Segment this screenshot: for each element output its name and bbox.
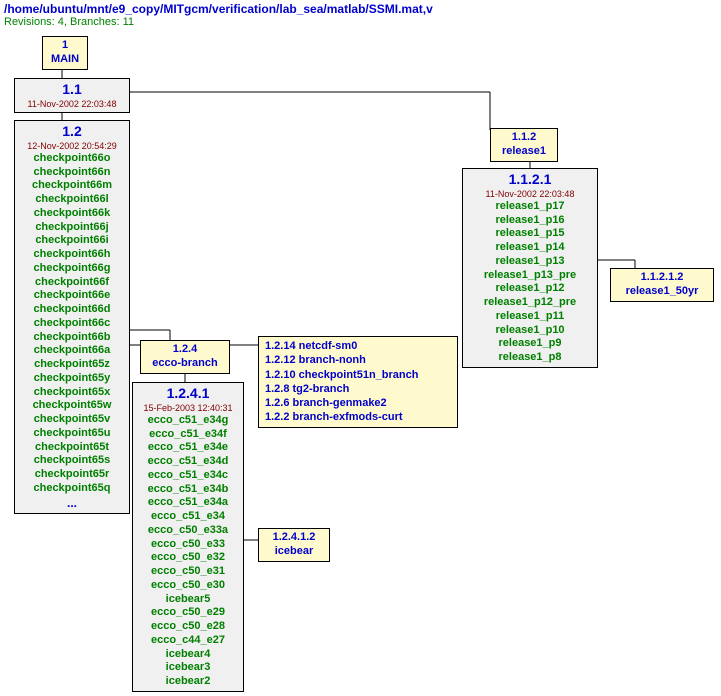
release1-50yr-label: release1_50yr	[617, 285, 707, 299]
ecco-branch-num: 1.2.4	[147, 343, 223, 357]
rev-1-1-num: 1.1	[21, 81, 123, 99]
rev-1-2[interactable]: 1.2 12-Nov-2002 20:54:29 checkpoint66och…	[14, 120, 130, 514]
rev-1-2-4-1-num: 1.2.4.1	[139, 385, 237, 403]
file-path: /home/ubuntu/mnt/e9_copy/MITgcm/verifica…	[4, 2, 433, 16]
header: /home/ubuntu/mnt/e9_copy/MITgcm/verifica…	[4, 2, 433, 28]
main-num: 1	[49, 39, 81, 53]
ecco-branch-box[interactable]: 1.2.4 ecco-branch	[140, 340, 230, 374]
rev-1-1-2-1[interactable]: 1.1.2.1 11-Nov-2002 22:03:48 release1_p1…	[462, 168, 598, 368]
sidebranches-list: 1.2.14 netcdf-sm01.2.12 branch-nonh1.2.1…	[265, 339, 451, 425]
release1-num: 1.1.2	[497, 131, 551, 145]
rev-1-1-date: 11-Nov-2002 22:03:48	[21, 99, 123, 110]
rev-1-2-4-1-tags: ecco_c51_e34gecco_c51_e34fecco_c51_e34ee…	[139, 414, 237, 689]
icebear-num: 1.2.4.1.2	[265, 531, 323, 545]
release1-label: release1	[497, 145, 551, 159]
rev-1-2-4-1[interactable]: 1.2.4.1 15-Feb-2003 12:40:31 ecco_c51_e3…	[132, 382, 244, 692]
release1-50yr-box[interactable]: 1.1.2.1.2 release1_50yr	[610, 268, 714, 302]
icebear-label: icebear	[265, 545, 323, 559]
rev-1-1-2-1-date: 11-Nov-2002 22:03:48	[469, 189, 591, 200]
rev-1-2-4-1-date: 15-Feb-2003 12:40:31	[139, 403, 237, 414]
main-box[interactable]: 1 MAIN	[42, 36, 88, 70]
ecco-branch-label: ecco-branch	[147, 357, 223, 371]
rev-1-1-2-1-tags: release1_p17release1_p16release1_p15rele…	[469, 200, 591, 365]
main-label: MAIN	[49, 53, 81, 67]
sidebranches-box[interactable]: 1.2.14 netcdf-sm01.2.12 branch-nonh1.2.1…	[258, 336, 458, 428]
rev-1-1-2-1-num: 1.1.2.1	[469, 171, 591, 189]
icebear-box[interactable]: 1.2.4.1.2 icebear	[258, 528, 330, 562]
stats-line: Revisions: 4, Branches: 11	[4, 16, 433, 28]
rev-1-2-tags: checkpoint66ocheckpoint66ncheckpoint66mc…	[21, 152, 123, 496]
rev-1-2-ellipsis: ...	[21, 496, 123, 511]
rev-1-2-num: 1.2	[21, 123, 123, 141]
release1-box[interactable]: 1.1.2 release1	[490, 128, 558, 162]
release1-50yr-num: 1.1.2.1.2	[617, 271, 707, 285]
rev-1-1[interactable]: 1.1 11-Nov-2002 22:03:48	[14, 78, 130, 113]
rev-1-2-date: 12-Nov-2002 20:54:29	[21, 141, 123, 152]
